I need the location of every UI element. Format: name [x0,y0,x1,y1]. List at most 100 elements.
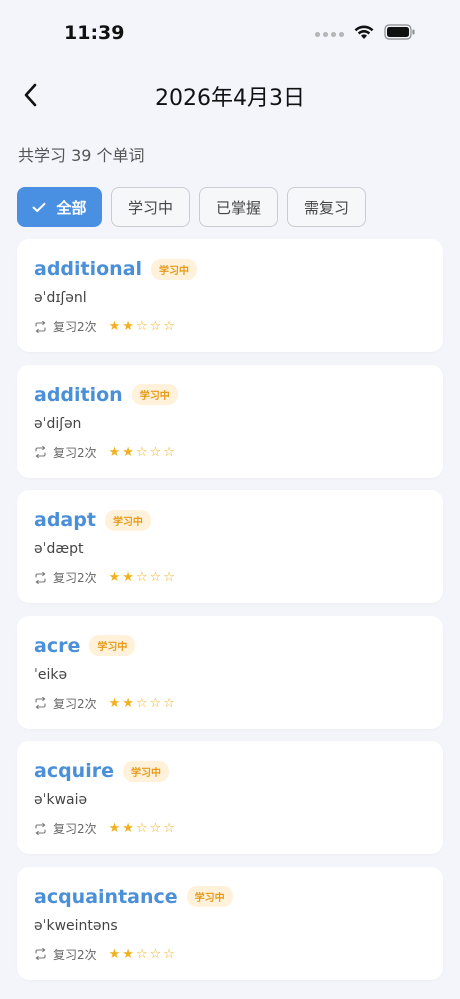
word-text: additional [34,258,143,280]
word-row: adapt 学习中 [34,509,151,531]
status-badge: 学习中 [122,760,169,782]
word-row: acquaintance 学习中 [34,886,233,908]
star-empty-icon: ☆ [163,821,175,836]
review-count: 复习2次 [53,822,97,836]
star-empty-icon: ☆ [149,821,162,836]
word-row: additional 学习中 [34,258,198,280]
star-filled-icon: ★ [122,444,134,460]
phonetic-text: əˈdæpt [34,541,84,557]
star-rating: ★ ★ ☆ ☆ ☆ [109,446,175,459]
battery-icon [384,24,416,44]
status-badge: 学习中 [131,384,178,405]
filter-tab-all[interactable]: 全部 [17,187,102,227]
phonetic-text: əˈdiʃən [34,415,82,432]
star-filled-icon: ★ [108,946,121,962]
star-filled-icon: ★ [108,444,121,460]
word-text: adapt [34,509,96,531]
word-history-screen: 11:39 2026年4月3日 共学习 39 个单词 全部 学习中 已掌握 需复… [0,0,460,999]
review-meta: 复习2次 ★ ★ ☆ ☆ ☆ [34,318,175,335]
star-filled-icon: ★ [108,695,121,711]
review-count: 复习2次 [53,947,97,962]
star-empty-icon: ☆ [149,444,162,460]
star-empty-icon: ☆ [135,821,148,836]
filter-tabs: 全部 学习中 已掌握 需复习 [17,187,366,227]
star-filled-icon: ★ [122,570,134,585]
review-count: 复习2次 [53,320,97,334]
star-rating: ★ ★ ☆ ☆ ☆ [109,948,175,961]
status-badge: 学习中 [104,509,151,531]
phonetic-text: əˈkwaiə [34,792,88,808]
word-card[interactable]: addition 学习中 əˈdiʃən 复习2次 ★ ★ ☆ ☆ ☆ [17,364,443,478]
review-count: 复习2次 [53,445,97,460]
star-rating: ★ ★ ☆ ☆ ☆ [109,697,175,710]
star-empty-icon: ☆ [163,319,175,334]
star-rating: ★ ★ ☆ ☆ ☆ [109,320,175,333]
star-empty-icon: ☆ [149,570,162,585]
star-empty-icon: ☆ [135,319,148,334]
word-text: acquire [34,760,114,782]
filter-tab-label: 需复习 [303,198,349,217]
header: 2026年4月3日 [0,70,460,120]
filter-tab-review[interactable]: 需复习 [287,187,366,227]
status-badge: 学习中 [151,258,198,280]
filter-tab-label: 全部 [56,198,87,217]
status-bar: 11:39 [0,0,460,70]
filter-tab-label: 已掌握 [215,198,261,217]
filter-tab-learning[interactable]: 学习中 [111,187,190,227]
filter-tab-mastered[interactable]: 已掌握 [199,187,278,227]
review-count: 复习2次 [53,571,97,585]
word-list: additional 学习中 əˈdɪʃənl 复习2次 ★ ★ ☆ ☆ ☆ addit… [17,239,443,992]
star-empty-icon: ☆ [135,444,148,460]
word-card[interactable]: acquire 学习中 əˈkwaiə 复习2次 ★ ★ ☆ ☆ ☆ [17,741,443,854]
star-rating: ★ ★ ☆ ☆ ☆ [109,822,175,835]
repeat-icon [34,697,47,709]
star-empty-icon: ☆ [163,946,175,962]
star-rating: ★ ★ ☆ ☆ ☆ [109,571,175,584]
review-count: 复习2次 [53,696,97,711]
word-row: addition 学习中 [34,384,178,406]
check-icon [32,202,46,213]
word-text: acre [34,634,81,657]
word-card[interactable]: acquaintance 学习中 əˈkweintəns 复习2次 ★ ★ ☆ ☆ ☆ [17,866,443,980]
star-filled-icon: ★ [122,821,134,836]
star-empty-icon: ☆ [163,444,175,460]
word-row: acquire 学习中 [34,760,169,782]
star-filled-icon: ★ [108,570,121,585]
status-icons [315,24,416,44]
star-empty-icon: ☆ [149,695,162,711]
star-filled-icon: ★ [122,695,134,711]
review-meta: 复习2次 ★ ★ ☆ ☆ ☆ [34,695,175,712]
star-empty-icon: ☆ [135,695,148,711]
word-card[interactable]: additional 学习中 əˈdɪʃənl 复习2次 ★ ★ ☆ ☆ ☆ [17,239,443,352]
star-filled-icon: ★ [108,319,121,334]
word-text: acquaintance [34,885,178,908]
star-empty-icon: ☆ [149,319,162,334]
review-meta: 复习2次 ★ ★ ☆ ☆ ☆ [34,444,175,461]
status-badge: 学习中 [186,886,233,907]
word-card[interactable]: acre 学习中 ˈeikə 复习2次 ★ ★ ☆ ☆ ☆ [17,615,443,729]
repeat-icon [34,320,47,333]
status-badge: 学习中 [89,635,136,656]
star-filled-icon: ★ [108,821,121,836]
review-meta: 复习2次 ★ ★ ☆ ☆ ☆ [34,946,175,963]
review-meta: 复习2次 ★ ★ ☆ ☆ ☆ [34,569,175,586]
status-time: 11:39 [64,22,125,44]
phonetic-text: əˈdɪʃənl [34,290,87,306]
phonetic-text: əˈkweintəns [34,917,118,934]
word-text: addition [34,383,123,406]
star-filled-icon: ★ [122,946,134,962]
repeat-icon [34,948,47,960]
star-empty-icon: ☆ [163,695,175,711]
star-empty-icon: ☆ [135,570,148,585]
repeat-icon [34,446,47,458]
phonetic-text: ˈeikə [34,666,68,683]
word-card[interactable]: adapt 学习中 əˈdæpt 复习2次 ★ ★ ☆ ☆ ☆ [17,490,443,603]
star-empty-icon: ☆ [149,946,162,962]
review-meta: 复习2次 ★ ★ ☆ ☆ ☆ [34,820,175,837]
signal-icon [315,31,344,37]
star-empty-icon: ☆ [163,570,175,585]
filter-tab-label: 学习中 [127,198,173,217]
repeat-icon [34,822,47,835]
word-count-summary: 共学习 39 个单词 [18,146,145,165]
star-filled-icon: ★ [122,319,134,334]
